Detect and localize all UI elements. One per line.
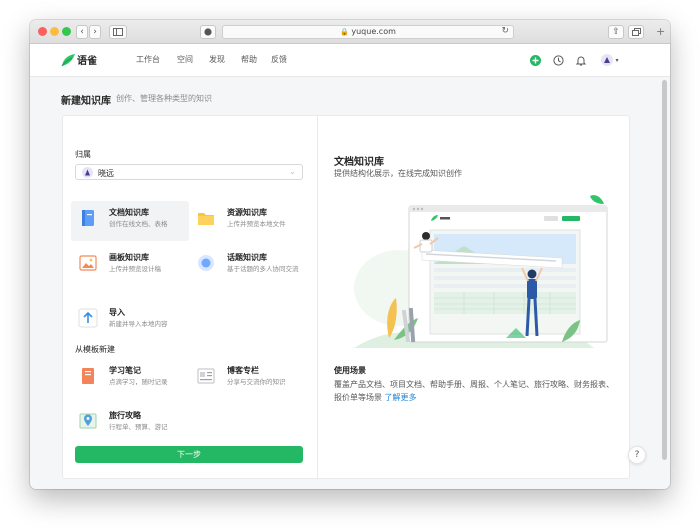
column-divider [317,116,318,480]
learn-more-link[interactable]: 了解更多 [385,393,417,402]
option-title: 文档知识库 [109,208,149,217]
bell-icon [576,56,586,66]
usage-scenarios-desc: 覆盖产品文档、项目文档、帮助手册、周报、个人笔记、旅行攻略、财务报表、报价单等场… [334,380,614,402]
history-button[interactable] [552,54,564,66]
nav-help[interactable]: 帮助 [241,54,257,65]
owner-select[interactable]: 晓远 ⌄ [75,164,303,180]
privacy-report-button[interactable] [200,25,216,39]
option-title: 话题知识库 [227,253,267,262]
tabs-icon [631,28,641,36]
nav-spaces[interactable]: 空间 [177,54,193,65]
option-desc: 上传并预览设计稿 [109,265,161,273]
option-title: 导入 [109,308,125,317]
option-import[interactable]: 导入 新建并导入本地内容 [71,301,189,341]
address-bar[interactable]: 🔒 yuque.com ↻ [222,25,514,39]
minimize-window-button[interactable] [50,27,59,36]
caret-down-icon: ▾ [615,56,619,64]
notebook-icon [82,368,94,384]
option-title: 画板知识库 [109,253,149,262]
create-button[interactable] [529,54,541,66]
template-section-label: 从模板新建 [75,345,115,354]
option-document-library[interactable]: 文档知识库 创作在线文档、表格 [71,201,189,241]
option-desc: 上传并预览本地文件 [227,220,286,228]
option-desc: 新建并导入本地内容 [109,320,168,328]
owner-label: 归属 [75,150,91,159]
chevron-right-icon: › [93,27,97,37]
option-title: 资源知识库 [227,208,267,217]
plus-circle-icon [529,54,541,66]
sidebar-button[interactable] [109,25,127,39]
app-header: 语雀 工作台 空间 发现 帮助 反馈 ▾ [30,44,670,77]
blog-icon [197,368,215,384]
shield-icon [204,28,212,36]
yuque-logo-icon[interactable] [60,52,76,68]
option-topic-library[interactable]: 话题知识库 基于话题的多人协同交流 [189,246,307,286]
template-blog-column[interactable]: 博客专栏 分享与交流你的知识 [189,359,307,399]
template-desc: 行程单、预算、游记 [109,423,168,431]
lock-icon: 🔒 [340,28,349,36]
nav-discover[interactable]: 发现 [209,54,225,65]
sidebar-icon [113,28,123,36]
template-desc: 点滴学习，随时记录 [109,378,168,386]
folder-icon [198,213,214,225]
chevron-left-icon: ‹ [80,27,84,37]
page-title: 新建知识库 [61,96,111,107]
owner-avatar [82,167,93,178]
browser-window: ‹ › 🔒 yuque.com ↻ ⇧ + 语雀 工作台 空间 发现 帮助 反馈 [30,20,670,489]
user-menu[interactable]: ▾ [599,54,621,66]
picture-board-icon [79,255,97,271]
clock-icon [552,54,564,66]
template-title: 学习笔记 [109,366,141,375]
nav-workbench[interactable]: 工作台 [136,54,160,65]
preview-title: 文档知识库 [334,157,384,168]
template-title: 博客专栏 [227,366,259,375]
usage-scenarios-text: 覆盖产品文档、项目文档、帮助手册、周报、个人笔记、旅行攻略、财务报表、报价单等场… [334,378,616,404]
url-text: 🔒 yuque.com [340,27,396,36]
template-study-notes[interactable]: 学习笔记 点滴学习，随时记录 [71,359,189,399]
zoom-window-button[interactable] [62,27,71,36]
back-button[interactable]: ‹ [76,25,88,39]
page-subtitle: 创作、管理各种类型的知识 [116,94,212,103]
close-window-button[interactable] [38,27,47,36]
brand-name[interactable]: 语雀 [77,52,97,67]
forward-button[interactable]: › [89,25,101,39]
new-tab-button[interactable]: + [656,25,665,38]
share-button[interactable]: ⇧ [608,25,624,39]
template-travel-guide[interactable]: 旅行攻略 行程单、预算、游记 [71,404,189,444]
preview-desc: 提供结构化展示，在线完成知识创作 [334,169,462,178]
usage-scenarios-label: 使用场景 [334,366,366,375]
option-resource-library[interactable]: 资源知识库 上传并预览本地文件 [189,201,307,241]
template-desc: 分享与交流你的知识 [227,378,286,386]
browser-toolbar: ‹ › 🔒 yuque.com ↻ ⇧ + [30,20,670,44]
map-pin-icon [79,413,97,429]
option-desc: 基于话题的多人协同交流 [227,265,299,273]
reload-icon[interactable]: ↻ [501,26,509,36]
template-title: 旅行攻略 [109,411,141,420]
nav-feedback[interactable]: 反馈 [271,54,287,65]
page-scrollbar[interactable] [662,80,667,460]
document-book-icon [82,210,94,226]
notifications-button[interactable] [575,54,587,66]
option-board-library[interactable]: 画板知识库 上传并预览设计稿 [71,246,189,286]
share-icon: ⇧ [612,27,620,37]
tabs-overview-button[interactable] [628,25,644,39]
owner-value: 晓远 [98,169,114,178]
topic-bubble-icon [198,255,214,271]
import-arrow-icon [78,308,98,328]
option-desc: 创作在线文档、表格 [109,220,168,228]
document-library-illustration [354,195,608,348]
help-button[interactable]: ? [628,446,646,464]
next-step-button[interactable]: 下一步 [75,446,303,463]
create-library-card: 归属 晓远 ⌄ 文档知识库 创作在线文档、表格 资源知识库 上传并预览本地文件 … [62,115,630,480]
chevron-down-icon: ⌄ [289,167,296,176]
avatar [601,54,614,66]
